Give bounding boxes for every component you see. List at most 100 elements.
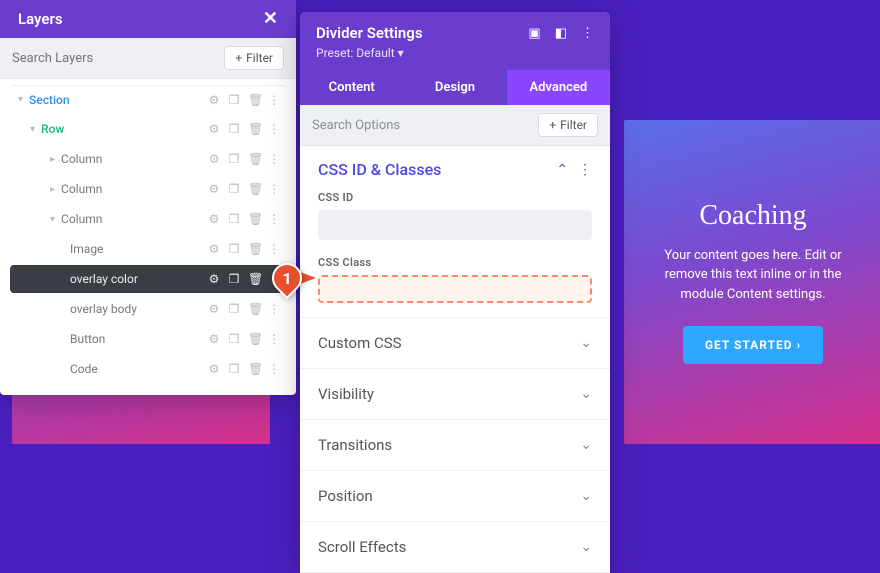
more-icon[interactable]: ⋮ (268, 152, 280, 166)
more-icon[interactable]: ⋮ (268, 212, 280, 226)
filter-button[interactable]: + Filter (224, 46, 284, 70)
tab-advanced[interactable]: Advanced (507, 70, 610, 105)
tab-content[interactable]: Content (300, 70, 403, 105)
gear-icon[interactable]: ⚙ (208, 302, 220, 316)
section-visibility[interactable]: Visibility⌄ (300, 369, 610, 420)
chevron-down-icon: ▾ (30, 124, 35, 135)
more-icon[interactable]: ⋮ (581, 26, 594, 41)
duplicate-icon[interactable]: ❐ (228, 302, 240, 316)
settings-title: Divider Settings (316, 24, 423, 42)
trash-icon[interactable]: 🗑 (248, 152, 260, 166)
duplicate-icon[interactable]: ❐ (228, 182, 240, 196)
more-icon[interactable]: ⋮ (268, 182, 280, 196)
trash-icon[interactable]: 🗑 (248, 212, 260, 226)
more-icon[interactable]: ⋮ (268, 122, 280, 136)
layer-column[interactable]: ▸Column ⚙❐🗑⋮ (10, 175, 286, 203)
gear-icon[interactable]: ⚙ (208, 182, 220, 196)
trash-icon[interactable]: 🗑 (248, 182, 260, 196)
layers-panel: Layers ✕ + Filter ▾Section ⚙❐🗑⋮ ▾Row ⚙❐🗑… (0, 0, 296, 395)
layer-image[interactable]: Image ⚙❐🗑⋮ (10, 235, 286, 263)
duplicate-icon[interactable]: ❐ (228, 242, 240, 256)
duplicate-icon[interactable]: ❐ (228, 152, 240, 166)
duplicate-icon[interactable]: ❐ (228, 332, 240, 346)
card-title: Coaching (699, 200, 806, 232)
duplicate-icon[interactable]: ❐ (228, 362, 240, 376)
trash-icon[interactable]: 🗑 (248, 302, 260, 316)
more-icon[interactable]: ⋮ (268, 93, 280, 107)
gear-icon[interactable]: ⚙ (208, 93, 220, 107)
trash-icon[interactable]: 🗑 (248, 93, 260, 107)
get-started-button[interactable]: GET STARTED › (683, 326, 823, 364)
chevron-down-icon: ▾ (18, 94, 23, 105)
more-icon[interactable]: ⋮ (268, 242, 280, 256)
chevron-down-icon: ⌄ (580, 488, 592, 504)
layer-column[interactable]: ▾Column ⚙❐🗑⋮ (10, 205, 286, 233)
chevron-down-icon: ⌄ (580, 335, 592, 351)
layer-overlay-body[interactable]: overlay body ⚙❐🗑⋮ (10, 295, 286, 323)
more-icon[interactable]: ⋮ (578, 162, 592, 178)
chevron-right-icon: ▸ (50, 154, 55, 165)
trash-icon[interactable]: 🗑 (248, 242, 260, 256)
section-scroll-effects[interactable]: Scroll Effects⌄ (300, 522, 610, 573)
css-id-input[interactable] (318, 210, 592, 240)
focus-icon[interactable]: ▣ (528, 26, 540, 41)
layer-section[interactable]: ▾Section ⚙❐🗑⋮ (10, 85, 286, 113)
chevron-right-icon: ▸ (50, 184, 55, 195)
settings-tabs: Content Design Advanced (300, 70, 610, 105)
search-options-row: Search Options + Filter (300, 105, 610, 146)
plus-icon: + (235, 51, 242, 65)
duplicate-icon[interactable]: ❐ (228, 93, 240, 107)
gear-icon[interactable]: ⚙ (208, 332, 220, 346)
css-class-input[interactable] (318, 275, 592, 303)
card-body: Your content goes here. Edit or remove t… (644, 246, 862, 305)
settings-panel: Divider Settings ▣ ◧ ⋮ Preset: Default ▾… (300, 12, 610, 573)
layers-search-row: + Filter (0, 38, 296, 79)
duplicate-icon[interactable]: ❐ (228, 122, 240, 136)
trash-icon[interactable]: 🗑 (248, 362, 260, 376)
more-icon[interactable]: ⋮ (268, 362, 280, 376)
layer-button[interactable]: Button ⚙❐🗑⋮ (10, 325, 286, 353)
chevron-up-icon[interactable]: ⌃ (556, 162, 568, 178)
gear-icon[interactable]: ⚙ (208, 212, 220, 226)
gear-icon[interactable]: ⚙ (208, 242, 220, 256)
more-icon[interactable]: ⋮ (268, 302, 280, 316)
layout-icon[interactable]: ◧ (555, 26, 567, 41)
preview-card-right: Coaching Your content goes here. Edit or… (624, 120, 880, 444)
layers-header: Layers ✕ (0, 0, 296, 38)
layer-row[interactable]: ▾Row ⚙❐🗑⋮ (10, 115, 286, 143)
layers-search-input[interactable] (12, 51, 224, 66)
gear-icon[interactable]: ⚙ (208, 122, 220, 136)
settings-header: Divider Settings ▣ ◧ ⋮ Preset: Default ▾ (300, 12, 610, 70)
gear-icon[interactable]: ⚙ (208, 272, 220, 286)
more-icon[interactable]: ⋮ (268, 332, 280, 346)
trash-icon[interactable]: 🗑 (248, 122, 260, 136)
css-id-classes-section: CSS ID & Classes ⌃ ⋮ CSS ID CSS Class (300, 146, 610, 318)
chevron-down-icon: ⌄ (580, 539, 592, 555)
trash-icon[interactable]: 🗑 (248, 272, 260, 286)
gear-icon[interactable]: ⚙ (208, 152, 220, 166)
css-class-label: CSS Class (318, 256, 592, 269)
section-title: CSS ID & Classes (318, 160, 441, 179)
layer-overlay-color[interactable]: overlay color ⚙❐🗑⋮ (10, 265, 286, 293)
filter-button[interactable]: + Filter (538, 113, 598, 137)
chevron-down-icon: ⌄ (580, 386, 592, 402)
layer-code[interactable]: Code ⚙❐🗑⋮ (10, 355, 286, 383)
layers-tree: ▾Section ⚙❐🗑⋮ ▾Row ⚙❐🗑⋮ ▸Column ⚙❐🗑⋮ ▸Co… (0, 79, 296, 395)
chevron-down-icon: ▾ (50, 214, 55, 225)
step-marker: 1 (272, 263, 316, 293)
duplicate-icon[interactable]: ❐ (228, 272, 240, 286)
close-icon[interactable]: ✕ (263, 10, 278, 28)
chevron-down-icon: ⌄ (580, 437, 592, 453)
trash-icon[interactable]: 🗑 (248, 332, 260, 346)
gear-icon[interactable]: ⚙ (208, 362, 220, 376)
section-position[interactable]: Position⌄ (300, 471, 610, 522)
css-id-label: CSS ID (318, 191, 592, 204)
search-options-input[interactable]: Search Options (312, 118, 400, 133)
section-custom-css[interactable]: Custom CSS⌄ (300, 318, 610, 369)
duplicate-icon[interactable]: ❐ (228, 212, 240, 226)
preset-selector[interactable]: Preset: Default ▾ (316, 46, 594, 60)
tab-design[interactable]: Design (403, 70, 506, 105)
section-transitions[interactable]: Transitions⌄ (300, 420, 610, 471)
layer-column[interactable]: ▸Column ⚙❐🗑⋮ (10, 145, 286, 173)
layers-title: Layers (18, 10, 63, 28)
